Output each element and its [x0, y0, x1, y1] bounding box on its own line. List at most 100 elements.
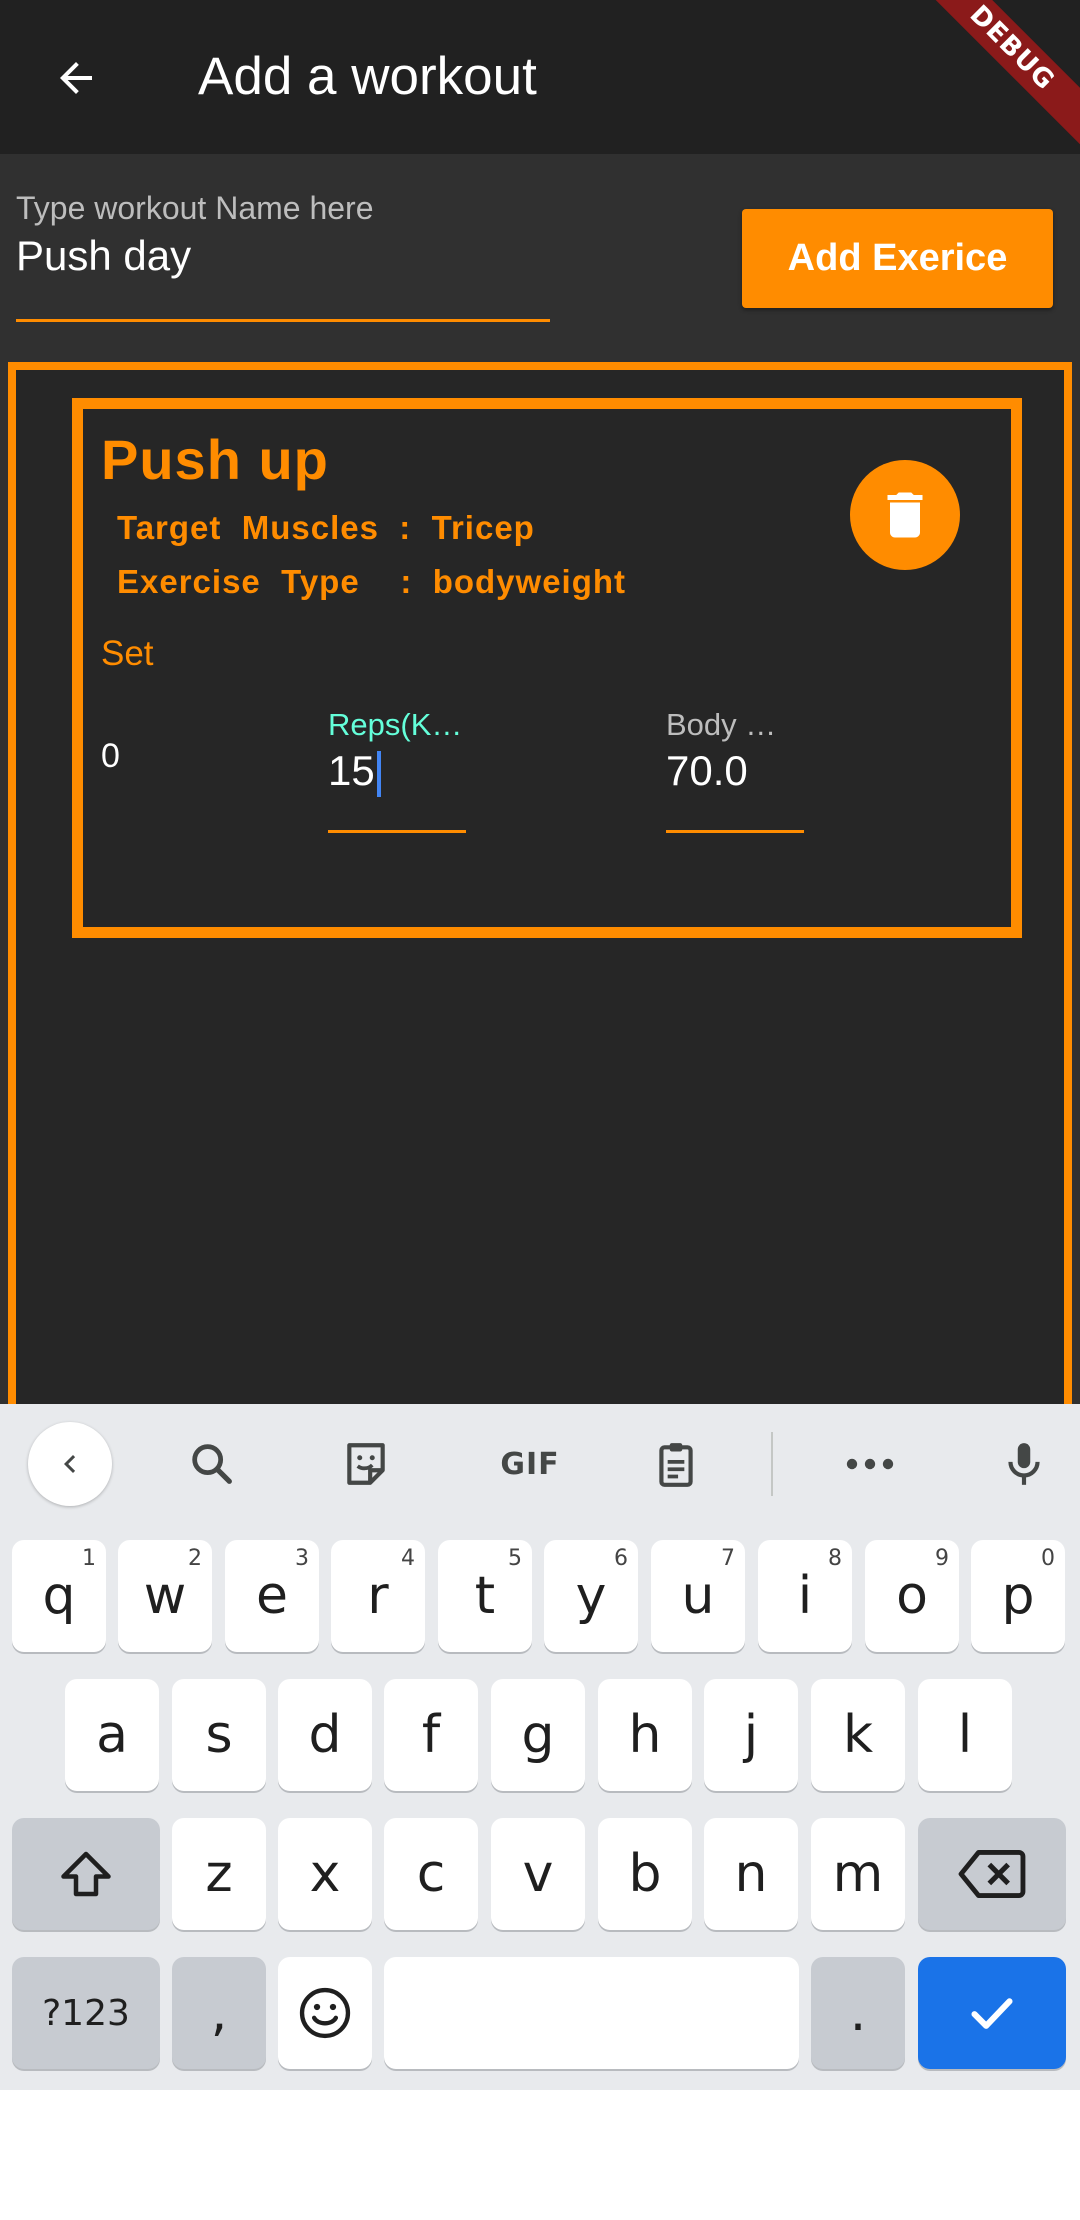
exercise-name: Push up — [101, 428, 329, 491]
trash-icon — [887, 492, 923, 538]
exercise-card: Push up Target Muscles : Tricep Exercise… — [72, 398, 1022, 938]
debug-banner: DEBUG — [905, 0, 1080, 154]
set-number: 0 — [101, 737, 120, 775]
mic-icon — [1008, 1443, 1040, 1485]
clipboard-icon — [659, 1443, 693, 1487]
key-j[interactable]: j — [704, 1679, 798, 1791]
key-label: e — [256, 1566, 288, 1626]
key-z[interactable]: z — [172, 1818, 266, 1930]
key-hint: 0 — [1041, 1546, 1055, 1571]
voice-input-button[interactable] — [984, 1424, 1064, 1504]
key-hint: 1 — [82, 1546, 96, 1571]
key-t[interactable]: t5 — [438, 1540, 532, 1652]
key-label: w — [143, 1566, 187, 1626]
check-icon — [971, 1998, 1013, 2029]
reps-input[interactable]: 15 — [328, 747, 381, 797]
done-key[interactable] — [918, 1957, 1066, 2069]
weight-underline — [666, 830, 804, 833]
key-g[interactable]: g — [491, 1679, 585, 1791]
key-label: o — [896, 1566, 928, 1626]
emoji-icon — [299, 1987, 351, 2039]
key-n[interactable]: n — [704, 1818, 798, 1930]
content-area: Type workout Name here Push day Add Exer… — [0, 154, 1080, 1462]
gif-button[interactable]: GIF — [480, 1424, 580, 1504]
back-button[interactable] — [40, 42, 112, 114]
key-label: r — [367, 1566, 389, 1626]
keyboard-search-button[interactable] — [172, 1424, 252, 1504]
key-x[interactable]: x — [278, 1818, 372, 1930]
key-y[interactable]: y6 — [544, 1540, 638, 1652]
key-h[interactable]: h — [598, 1679, 692, 1791]
target-muscles: Target Muscles : Tricep — [117, 509, 535, 546]
weight-field[interactable]: Body … 70.0 — [666, 707, 804, 833]
more-button[interactable] — [830, 1424, 910, 1504]
symbols-key[interactable]: ?123 — [12, 1957, 160, 2069]
delete-exercise-button[interactable] — [850, 460, 960, 570]
exercise-list: Push up Target Muscles : Tricep Exercise… — [8, 362, 1072, 1462]
app-bar: Add a workout DEBUG — [0, 0, 1080, 154]
emoji-key[interactable] — [278, 1957, 372, 2069]
key-hint: 4 — [401, 1546, 415, 1571]
keyboard-toolbar: GIF — [0, 1404, 1080, 1524]
key-m[interactable]: m — [811, 1818, 905, 1930]
shift-icon — [61, 1851, 111, 1897]
key-e[interactable]: e3 — [225, 1540, 319, 1652]
key-a[interactable]: a — [65, 1679, 159, 1791]
space-bar[interactable] — [384, 1957, 799, 2069]
period-key[interactable]: . — [811, 1957, 905, 2069]
key-label: t — [474, 1566, 496, 1626]
arrow-left-icon — [60, 62, 92, 94]
text-caret — [376, 750, 381, 797]
key-w[interactable]: w2 — [118, 1540, 212, 1652]
reps-underline — [328, 830, 466, 833]
key-label: y — [575, 1566, 607, 1626]
key-s[interactable]: s — [172, 1679, 266, 1791]
key-hint: 5 — [508, 1546, 522, 1571]
clipboard-button[interactable] — [636, 1424, 716, 1504]
key-label: u — [681, 1566, 715, 1626]
backspace-key[interactable] — [918, 1818, 1066, 1930]
key-c[interactable]: c — [384, 1818, 478, 1930]
comma-key[interactable]: , — [172, 1957, 266, 2069]
key-label: q — [42, 1566, 76, 1626]
backspace-icon — [958, 1850, 1026, 1898]
key-f[interactable]: f — [384, 1679, 478, 1791]
reps-field[interactable]: Reps(K… 15 — [328, 707, 466, 833]
key-hint: 6 — [614, 1546, 628, 1571]
shift-key[interactable] — [12, 1818, 160, 1930]
key-hint: 9 — [935, 1546, 949, 1571]
key-label: p — [1001, 1566, 1035, 1626]
key-k[interactable]: k — [811, 1679, 905, 1791]
key-r[interactable]: r4 — [331, 1540, 425, 1652]
key-l[interactable]: l — [918, 1679, 1012, 1791]
key-i[interactable]: i8 — [758, 1540, 852, 1652]
workout-name-label: Type workout Name here — [16, 190, 374, 226]
toolbar-divider — [771, 1432, 773, 1496]
sticker-icon — [347, 1443, 385, 1485]
key-q[interactable]: q1 — [12, 1540, 106, 1652]
key-d[interactable]: d — [278, 1679, 372, 1791]
add-exercise-button[interactable]: Add Exerice — [742, 209, 1053, 308]
key-b[interactable]: b — [598, 1818, 692, 1930]
weight-label: Body … — [666, 707, 777, 742]
reps-value: 15 — [328, 747, 375, 794]
reps-label: Reps(K… — [328, 707, 463, 742]
key-hint: 3 — [295, 1546, 309, 1571]
sticker-button[interactable] — [326, 1424, 406, 1504]
workout-name-field[interactable]: Type workout Name here Push day — [16, 190, 550, 322]
chevron-left-icon — [64, 1455, 76, 1473]
navigation-bar-area — [0, 2090, 1080, 2220]
exercise-type: Exercise Type : bodyweight — [117, 563, 627, 600]
set-label: Set — [101, 634, 154, 673]
weight-value[interactable]: 70.0 — [666, 747, 748, 795]
key-hint: 7 — [721, 1546, 735, 1571]
key-p[interactable]: p0 — [971, 1540, 1065, 1652]
key-label: i — [797, 1566, 813, 1626]
key-v[interactable]: v — [491, 1818, 585, 1930]
workout-name-value[interactable]: Push day — [16, 232, 191, 280]
toolbar-back-button[interactable] — [28, 1422, 112, 1506]
key-o[interactable]: o9 — [865, 1540, 959, 1652]
key-hint: 8 — [828, 1546, 842, 1571]
key-u[interactable]: u7 — [651, 1540, 745, 1652]
soft-keyboard: GIF q1 w 2 e 3 r 4 t 5 y 6 u 7 i 8 o 9 p… — [0, 1404, 1080, 2090]
